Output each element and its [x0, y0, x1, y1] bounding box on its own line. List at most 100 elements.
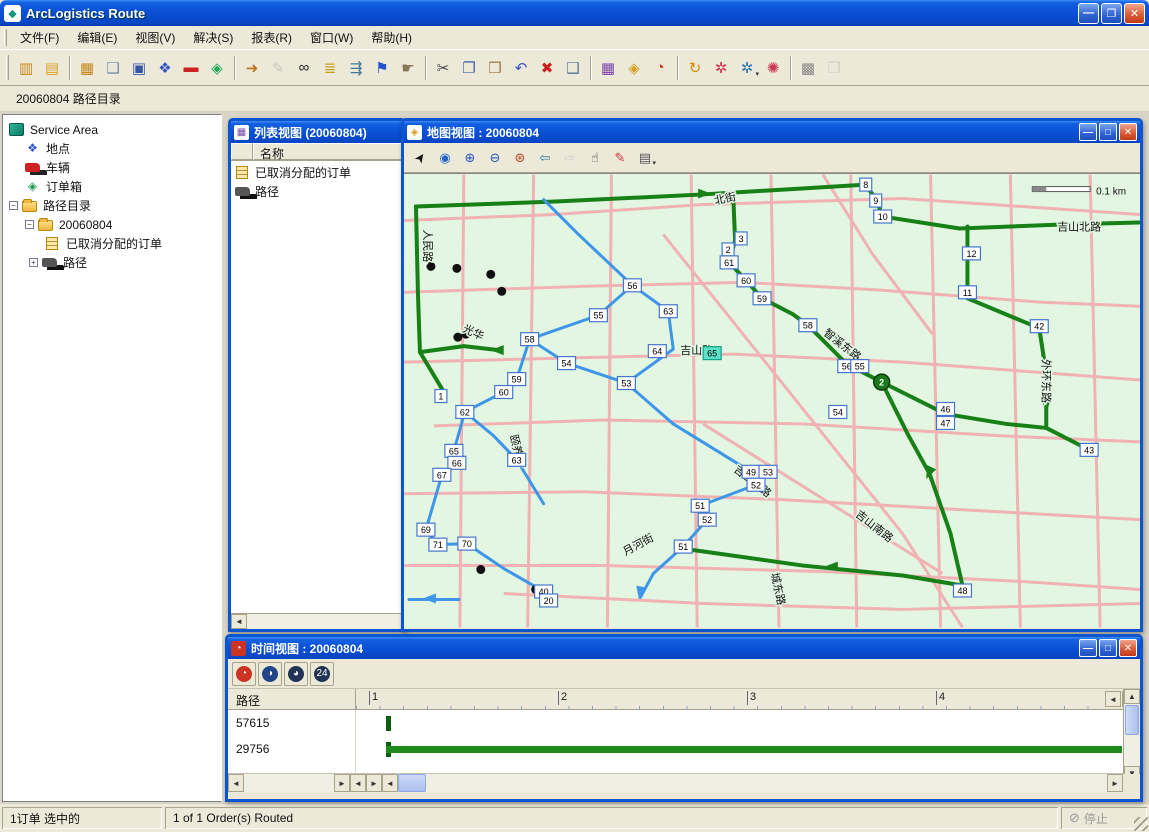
- route-time-bar[interactable]: [386, 746, 1122, 753]
- horizontal-scroll-thumb[interactable]: [398, 774, 426, 792]
- stop-marker[interactable]: 66: [448, 456, 466, 469]
- scroll-right-button-2[interactable]: ►: [1107, 774, 1123, 792]
- map-minimize-button[interactable]: —: [1079, 123, 1097, 141]
- new-button[interactable]: ▥: [13, 55, 39, 81]
- tree-item-vehicles[interactable]: 车辆: [3, 158, 221, 177]
- name-column-header[interactable]: 名称: [253, 143, 403, 160]
- stop-marker[interactable]: 42: [1030, 320, 1048, 333]
- stop-marker[interactable]: 51: [674, 540, 692, 553]
- close-button[interactable]: ✕: [1124, 3, 1145, 24]
- solve-button[interactable]: ✲: [708, 55, 734, 81]
- draw-tool-button[interactable]: ✎: [608, 146, 632, 170]
- stop-marker[interactable]: 49: [742, 465, 760, 478]
- map-view-titlebar[interactable]: ◈ 地图视图 : 20060804 — □ ✕: [404, 121, 1140, 143]
- stop-marker[interactable]: 71: [429, 538, 447, 551]
- stop-marker[interactable]: 64: [648, 345, 666, 358]
- restore-button[interactable]: ❐: [1101, 3, 1122, 24]
- orders-button[interactable]: ◈: [204, 55, 230, 81]
- lock-button[interactable]: ▩: [795, 55, 821, 81]
- stop-marker[interactable]: 52: [747, 478, 765, 491]
- time-close-button[interactable]: ✕: [1119, 639, 1137, 657]
- import-button[interactable]: ➜: [239, 55, 265, 81]
- stop-marker[interactable]: 58: [521, 333, 539, 346]
- stop-marker[interactable]: 63: [659, 305, 677, 318]
- undo-button[interactable]: ↶: [508, 55, 534, 81]
- zoom-in-tool-button[interactable]: ⊕: [458, 146, 482, 170]
- summary-button[interactable]: ⇶: [343, 55, 369, 81]
- menu-view[interactable]: 视图(V): [126, 26, 184, 49]
- zoom-select-tool-button[interactable]: ⊛: [508, 146, 532, 170]
- stop-marker[interactable]: 55: [589, 309, 607, 322]
- stop-marker[interactable]: 52: [698, 513, 716, 526]
- menu-grip[interactable]: [4, 29, 7, 45]
- map-view-button[interactable]: ◈: [621, 55, 647, 81]
- stop-marker[interactable]: 43: [1080, 443, 1098, 456]
- tree-item-unassigned-orders[interactable]: 已取消分配的订单: [3, 234, 221, 253]
- menu-solve[interactable]: 解决(S): [184, 26, 242, 49]
- print-tool-button[interactable]: ▤▾: [633, 146, 657, 170]
- delete-button[interactable]: ✖: [534, 55, 560, 81]
- stop-marker[interactable]: 53: [617, 377, 635, 390]
- tree-item-routes[interactable]: + 路径: [3, 253, 221, 272]
- stop-marker[interactable]: 54: [829, 405, 847, 418]
- globe-tool-button[interactable]: ◉: [433, 146, 457, 170]
- zoom-out-tool-button[interactable]: ⊖: [483, 146, 507, 170]
- ruler-scroll-left[interactable]: ◄: [1105, 691, 1121, 707]
- menu-help[interactable]: 帮助(H): [362, 26, 421, 49]
- stop-marker[interactable]: 65: [703, 347, 721, 360]
- time-maximize-button[interactable]: □: [1099, 639, 1117, 657]
- stop-marker[interactable]: 20: [540, 594, 558, 607]
- resize-grip[interactable]: [1134, 817, 1148, 831]
- stop-marker[interactable]: 47: [937, 416, 955, 429]
- stop-marker[interactable]: 2: [874, 374, 890, 390]
- vertical-scroll-thumb[interactable]: [1125, 705, 1139, 735]
- clock-2h-button[interactable]: ◑: [258, 662, 282, 686]
- collapse-expander[interactable]: −: [9, 201, 18, 210]
- time-minimize-button[interactable]: —: [1079, 639, 1097, 657]
- new-folder-button[interactable]: ▦: [74, 55, 100, 81]
- menu-window[interactable]: 窗口(W): [301, 26, 362, 49]
- menu-report[interactable]: 报表(R): [242, 26, 301, 49]
- form-button[interactable]: ❒: [821, 55, 847, 81]
- stop-marker[interactable]: 11: [958, 286, 976, 299]
- find-button[interactable]: ∞: [291, 55, 317, 81]
- stop-marker[interactable]: 70: [458, 537, 476, 550]
- properties-button[interactable]: ☛: [395, 55, 421, 81]
- time-view-titlebar[interactable]: ◔ 时间视图 : 20060804 — □ ✕: [228, 637, 1140, 659]
- toolbar-grip[interactable]: [6, 55, 9, 80]
- tree-item-20060804[interactable]: − 20060804: [3, 215, 221, 234]
- clock-4h-button[interactable]: ◕: [284, 662, 308, 686]
- list-view-titlebar[interactable]: ▦ 列表视图 (20060804): [231, 121, 403, 143]
- solve-options-button[interactable]: ✲▾: [734, 55, 760, 81]
- expand-expander[interactable]: +: [29, 258, 38, 267]
- stop-marker[interactable]: 12: [962, 247, 980, 260]
- stop-marker[interactable]: 61: [720, 256, 738, 269]
- report-button[interactable]: ≣: [317, 55, 343, 81]
- select-tool-button[interactable]: ➤: [408, 146, 432, 170]
- empty-column-header[interactable]: [231, 143, 253, 160]
- menu-edit[interactable]: 编辑(E): [68, 26, 126, 49]
- pane-scroll-left[interactable]: ◄: [350, 774, 366, 792]
- tree-item-service-area[interactable]: Service Area: [3, 120, 221, 139]
- map-canvas[interactable]: 人民路北街吉山北路外环东路智溪东路吉山路光华颐养街吉山二路吉山南路城东路月河街 …: [404, 174, 1140, 628]
- stop-marker[interactable]: 8: [860, 178, 872, 191]
- stop-marker[interactable]: 55: [851, 360, 869, 373]
- stop-marker[interactable]: 54: [558, 357, 576, 370]
- stop-marker[interactable]: 51: [691, 499, 709, 512]
- tree-item-locations[interactable]: ❖ 地点: [3, 139, 221, 158]
- stop-marker[interactable]: 9: [870, 194, 882, 207]
- time-view-button[interactable]: ◔: [647, 55, 673, 81]
- scroll-left-button[interactable]: ◄: [228, 774, 244, 792]
- tree-item-order-box[interactable]: ◈ 订单箱: [3, 177, 221, 196]
- list-view-button[interactable]: ▦: [595, 55, 621, 81]
- back-extent-tool-button[interactable]: ⇦: [533, 146, 557, 170]
- stop-marker[interactable]: 3: [735, 232, 747, 245]
- clock-24h-button[interactable]: 24: [310, 662, 334, 686]
- scroll-left-button[interactable]: ◄: [231, 614, 247, 629]
- open-button[interactable]: ▤: [39, 55, 65, 81]
- scroll-right-button[interactable]: ►: [334, 774, 350, 792]
- stop-marker[interactable]: 60: [495, 386, 513, 399]
- vehicles-button[interactable]: ▬: [178, 55, 204, 81]
- list-item-unassigned-orders[interactable]: 已取消分配的订单: [231, 163, 403, 182]
- collapse-expander[interactable]: −: [25, 220, 34, 229]
